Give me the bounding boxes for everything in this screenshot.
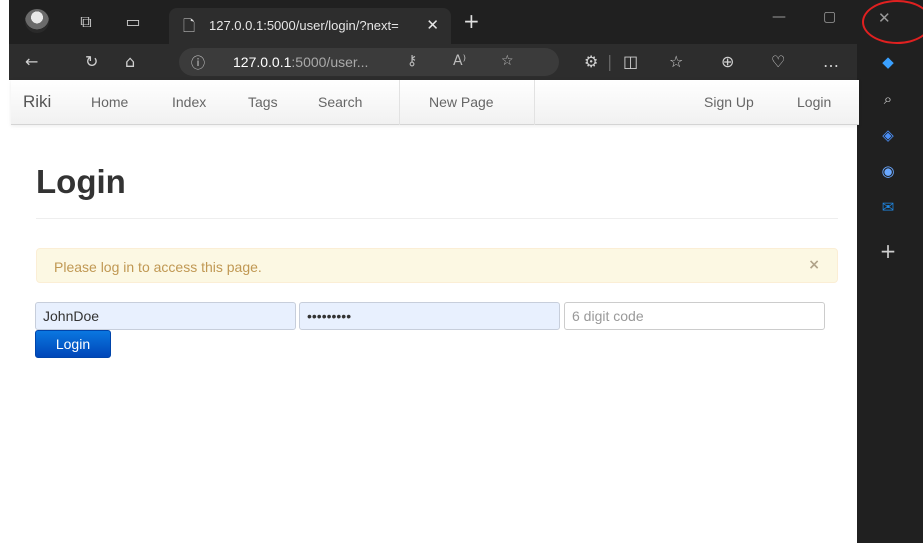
key-icon[interactable]: ⚷ — [407, 53, 417, 69]
tab-actions-icon[interactable]: ▭ — [123, 12, 143, 32]
red-annotation-circle — [862, 0, 923, 44]
alert-close-icon[interactable]: × — [808, 257, 820, 273]
page-icon: 🗋 — [183, 17, 196, 35]
home-icon[interactable]: ⌂ — [125, 52, 135, 72]
nav-home[interactable]: Home — [91, 94, 128, 110]
collections-icon[interactable]: ⊕ — [721, 52, 734, 72]
more-icon[interactable]: … — [823, 52, 839, 72]
maximize-icon[interactable]: ▢ — [823, 9, 836, 25]
login-button[interactable]: Login — [35, 330, 111, 358]
search-icon[interactable]: ⌕ — [877, 88, 899, 110]
favorites-icon[interactable]: ☆ — [669, 52, 683, 72]
nav-search[interactable]: Search — [318, 94, 362, 110]
browser-sidebar: ◆ ⌕ ◈ ◉ ✉ + — [857, 44, 923, 543]
nav-index[interactable]: Index — [172, 94, 206, 110]
add-icon[interactable]: + — [877, 240, 899, 262]
tab-title: 127.0.0.1:5000/user/login/?next= — [209, 18, 399, 33]
login-required-alert: Please log in to access this page. × — [36, 248, 838, 283]
new-tab-icon[interactable]: + — [463, 9, 480, 33]
nav-sign-up[interactable]: Sign Up — [704, 94, 754, 110]
refresh-icon[interactable]: ↻ — [85, 52, 98, 72]
alert-message: Please log in to access this page. — [54, 259, 262, 275]
nav-divider — [399, 80, 400, 125]
url-text[interactable]: 127.0.0.1:5000/user... — [233, 54, 368, 70]
brand-link[interactable]: Riki — [23, 92, 51, 112]
profile-avatar[interactable] — [25, 9, 49, 33]
office-icon[interactable]: ◉ — [877, 160, 899, 182]
username-input[interactable] — [35, 302, 296, 330]
read-aloud-icon[interactable]: A⁾ — [453, 53, 466, 69]
toolbar-divider: | — [607, 52, 613, 71]
workspaces-icon[interactable]: ⧉ — [76, 12, 96, 32]
extensions-icon[interactable]: ⚙ — [584, 52, 598, 72]
code-input[interactable] — [564, 302, 825, 330]
health-icon[interactable]: ♡ — [771, 52, 785, 72]
page-title: Login — [36, 163, 126, 200]
title-bar: ⧉ ▭ 🗋 127.0.0.1:5000/user/login/?next= ✕… — [9, 0, 923, 44]
info-icon[interactable]: ⓘ — [191, 53, 205, 73]
minimize-icon[interactable]: — — [772, 9, 786, 25]
tag-icon[interactable]: ◈ — [877, 124, 899, 146]
site-navbar: Riki Home Index Tags Search New Page Sig… — [11, 80, 859, 125]
address-bar[interactable]: ⓘ 127.0.0.1:5000/user... ⚷ A⁾ ☆ — [179, 48, 559, 76]
outlook-icon[interactable]: ✉ — [877, 196, 899, 218]
nav-login[interactable]: Login — [797, 94, 831, 110]
browser-toolbar: ← ↻ ⌂ ⓘ 127.0.0.1:5000/user... ⚷ A⁾ ☆ ⚙ … — [9, 44, 857, 80]
active-tab[interactable]: 🗋 127.0.0.1:5000/user/login/?next= ✕ — [169, 8, 451, 44]
favorite-star-icon[interactable]: ☆ — [501, 53, 514, 69]
back-icon[interactable]: ← — [25, 52, 38, 72]
close-icon[interactable]: ✕ — [426, 16, 439, 34]
page-viewport: Riki Home Index Tags Search New Page Sig… — [9, 80, 859, 543]
nav-new-page[interactable]: New Page — [429, 94, 494, 110]
nav-divider — [534, 80, 535, 125]
split-screen-icon[interactable]: ◫ — [623, 52, 638, 72]
title-divider — [36, 218, 838, 219]
copilot-icon[interactable]: ◆ — [877, 51, 899, 73]
nav-tags[interactable]: Tags — [248, 94, 278, 110]
password-input[interactable] — [299, 302, 560, 330]
